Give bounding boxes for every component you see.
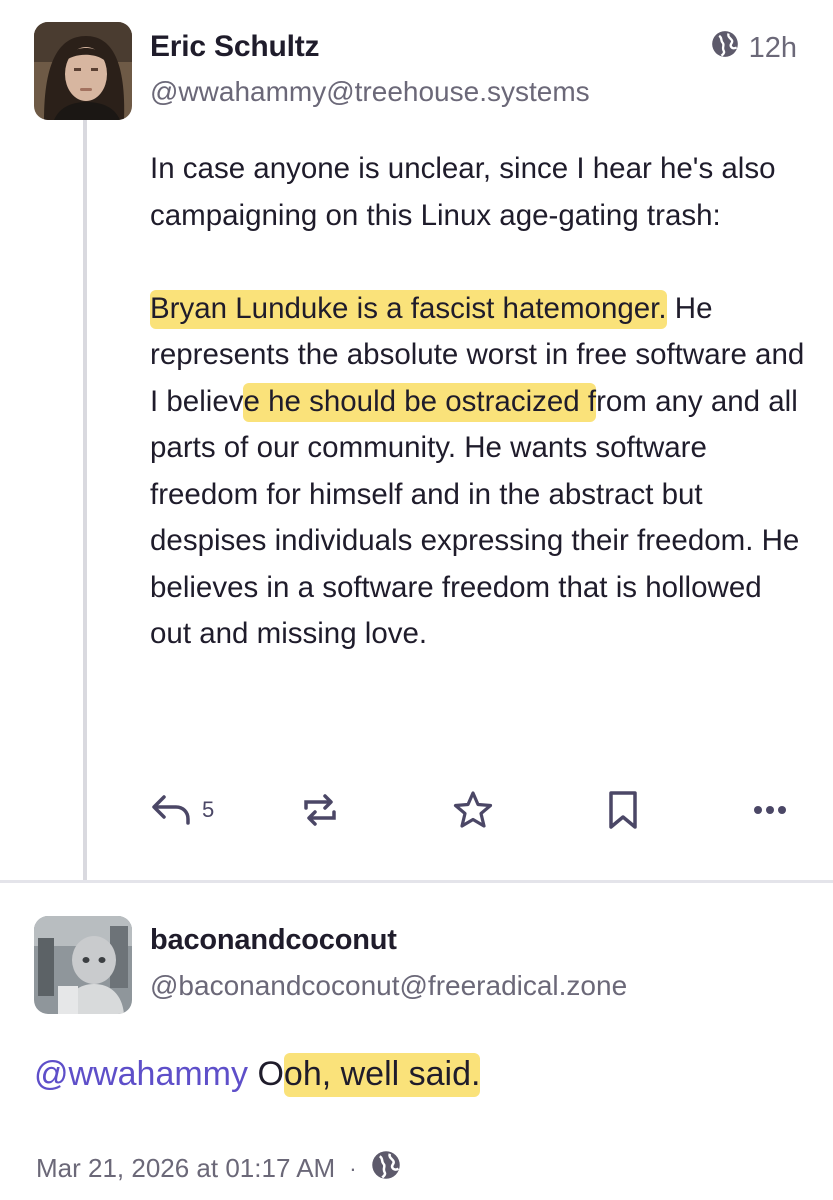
post-text: rom any and all parts of our community. …	[150, 384, 800, 651]
post-meta: 12h	[711, 30, 797, 66]
divider	[0, 880, 833, 883]
post-content: In case anyone is unclear, since I hear …	[150, 146, 810, 658]
post-paragraph: In case anyone is unclear, since I hear …	[150, 152, 776, 232]
bookmark-button[interactable]	[606, 785, 640, 835]
mention-link[interactable]: @wwahammy	[34, 1055, 248, 1093]
reply-count: 5	[202, 797, 215, 822]
boost-button[interactable]	[300, 785, 340, 835]
more-icon	[752, 804, 788, 816]
globe-icon	[371, 1150, 401, 1187]
favourite-button[interactable]	[452, 785, 494, 835]
reply-button[interactable]: 5	[150, 785, 214, 835]
avatar[interactable]	[34, 22, 132, 120]
more-options-button[interactable]	[752, 785, 788, 835]
reply-content: @wwahammy Ooh, well said.	[34, 1053, 481, 1097]
reply-footer: Mar 21, 2026 at 01:17 AM ·	[36, 1150, 401, 1187]
reply-text: O	[248, 1055, 284, 1093]
reply-author-handle[interactable]: @baconandcoconut@freeradical.zone	[150, 970, 627, 1002]
post-actions: 5	[150, 785, 800, 835]
globe-icon	[711, 30, 739, 66]
highlighted-text: e he should be ostracized f	[243, 382, 597, 422]
bookmark-icon	[606, 789, 640, 831]
post-time[interactable]: 12h	[749, 32, 797, 65]
post-paragraph: Bryan Lunduke is a fascist hatemonger. H…	[150, 286, 810, 658]
boost-icon	[300, 790, 340, 830]
star-icon	[452, 789, 494, 831]
avatar[interactable]	[34, 916, 132, 1014]
reply-icon	[150, 793, 192, 827]
thread-line	[83, 118, 87, 880]
author-handle[interactable]: @wwahammy@treehouse.systems	[150, 76, 590, 108]
highlighted-text: Bryan Lunduke is a fascist hatemonger.	[150, 289, 667, 329]
highlighted-text: oh, well said.	[283, 1053, 481, 1097]
reply-author-display-name[interactable]: baconandcoconut	[150, 924, 397, 957]
author-display-name[interactable]: Eric Schultz	[150, 30, 320, 64]
reply-timestamp[interactable]: Mar 21, 2026 at 01:17 AM	[36, 1153, 335, 1184]
separator: ·	[349, 1155, 357, 1181]
